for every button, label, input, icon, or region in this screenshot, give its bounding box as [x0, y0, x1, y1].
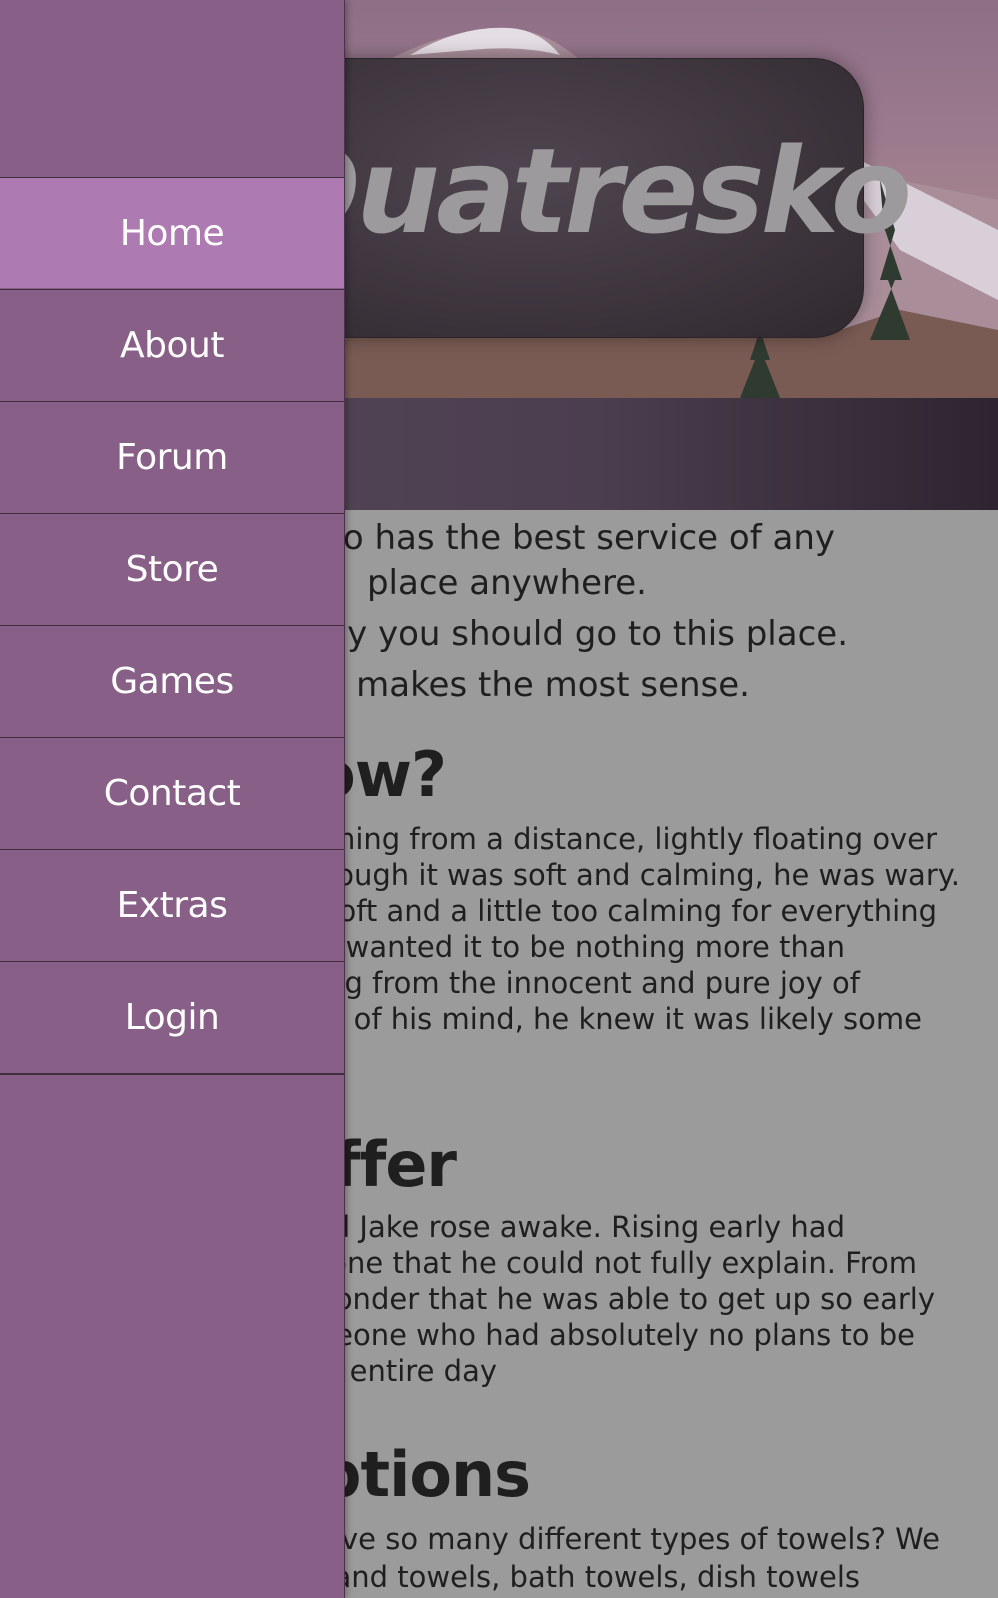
nav-item-contact[interactable]: Contact [0, 737, 344, 848]
nav-item-home[interactable]: Home [0, 177, 344, 288]
nav-item-login[interactable]: Login [0, 961, 344, 1072]
site-title: Quatresko [259, 122, 912, 260]
nav-item-store[interactable]: Store [0, 513, 344, 624]
nav-item-about[interactable]: About [0, 289, 344, 400]
nav-divider [0, 1073, 344, 1075]
nav-item-extras[interactable]: Extras [0, 849, 344, 960]
nav-item-forum[interactable]: Forum [0, 401, 344, 512]
nav-item-games[interactable]: Games [0, 625, 344, 736]
nav-drawer: Home About Forum Store Games Contact Ext… [0, 0, 345, 1598]
